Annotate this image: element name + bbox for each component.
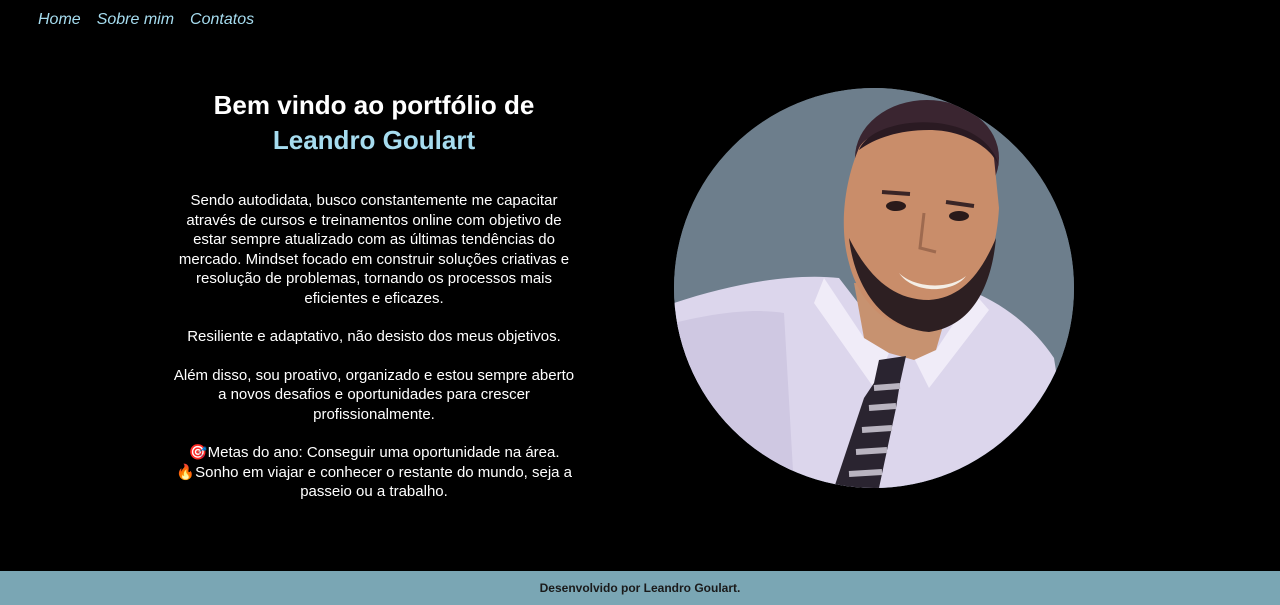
fire-icon: 🔥 bbox=[175, 463, 195, 481]
main-nav: Home Sobre mim Contatos bbox=[38, 10, 254, 30]
page-title: Bem vindo ao portfólio de Leandro Goular… bbox=[170, 88, 578, 158]
target-icon: 🎯 bbox=[188, 444, 208, 461]
profile-photo-illustration bbox=[674, 88, 1074, 488]
nav-link-contatos[interactable]: Contatos bbox=[190, 10, 254, 30]
goals-text: Metas do ano: Conseguir uma oportunidade… bbox=[207, 444, 560, 461]
goals-paragraph: 🎯 Metas do ano: Conseguir uma oportunida… bbox=[170, 443, 578, 502]
bio-text: Sendo autodidata, busco constantemente m… bbox=[170, 191, 578, 502]
bio-paragraph: Além disso, sou proativo, organizado e e… bbox=[173, 366, 575, 423]
profile-photo bbox=[674, 88, 1074, 488]
title-name: Leandro Goulart bbox=[272, 125, 476, 155]
nav-link-sobre-mim[interactable]: Sobre mim bbox=[97, 10, 174, 30]
hero-section: Bem vindo ao portfólio de Leandro Goular… bbox=[170, 88, 578, 502]
bio-paragraph: Resiliente e adaptativo, não desisto dos… bbox=[187, 328, 561, 345]
footer: Desenvolvido por Leandro Goulart. bbox=[0, 571, 1280, 605]
dream-text: Sonho em viajar e conhecer o restante do… bbox=[195, 463, 573, 501]
title-line: Bem vindo ao portfólio de bbox=[213, 90, 535, 120]
nav-link-home[interactable]: Home bbox=[38, 10, 81, 30]
bio-paragraph: Sendo autodidata, busco constantemente m… bbox=[178, 192, 570, 307]
footer-credit: Desenvolvido por Leandro Goulart. bbox=[539, 581, 741, 595]
